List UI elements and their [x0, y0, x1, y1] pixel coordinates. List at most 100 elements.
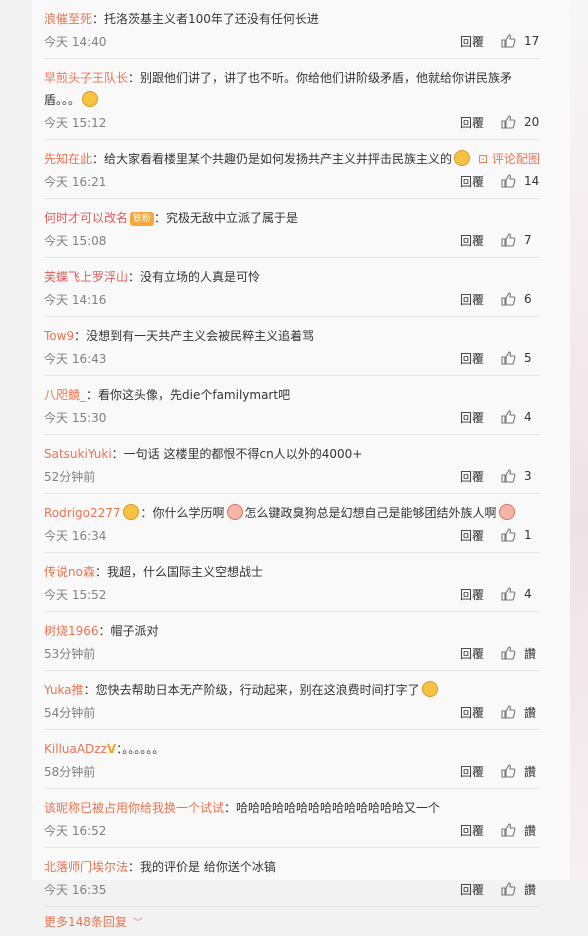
thumbs-up-icon: [501, 233, 516, 247]
comment-item: SatsukiYuki：一句话 这楼里的都恨不得cn人以外的4000+ 52分钟…: [44, 435, 540, 494]
like-button[interactable]: 7: [500, 232, 540, 248]
image-icon: ⊡: [478, 152, 489, 166]
like-button[interactable]: 讚: [500, 704, 540, 721]
timestamp: 今天 15:30: [44, 410, 107, 425]
username-link[interactable]: KilluaADzz: [44, 742, 107, 756]
reply-button[interactable]: 回覆: [460, 881, 484, 898]
comment-text: ：哈哈哈哈哈哈哈哈哈哈哈哈哈哈又一个: [224, 801, 441, 815]
timestamp: 今天 15:52: [44, 587, 107, 602]
reply-button[interactable]: 回覆: [460, 114, 484, 131]
comment-item: 先知在此：给大家看看楼里某个共趣仍是如何发扬共产主义并抨击民族主义的 ⊡ 评论配图…: [44, 140, 540, 199]
comment-image-link[interactable]: ⊡ 评论配图: [478, 152, 540, 166]
like-button[interactable]: 20: [500, 114, 540, 130]
comment-text: ：我超，什么国际主义空想战士: [94, 565, 263, 579]
thumbs-up-icon: [501, 292, 516, 306]
reply-button[interactable]: 回覆: [460, 822, 484, 839]
username-link[interactable]: SatsukiYuki: [44, 447, 112, 461]
thumbs-up-icon: [501, 410, 516, 424]
comment-item: 芙蝶飞上罗浮山：没有立场的人真是可怜 今天 14:16 回覆 6: [44, 258, 540, 317]
like-button[interactable]: 1: [500, 527, 540, 543]
comment-item: 八咫鏡_：看你这头像，先die个familymart吧 今天 15:30 回覆 …: [44, 376, 540, 435]
background-decoration: [570, 0, 588, 880]
like-label: 讚: [524, 823, 537, 838]
cry-emoji-icon: [498, 504, 515, 520]
smile-emoji-icon: [421, 681, 438, 697]
comment-body: 浪催至死：托洛茨基主义者100年了还没有任何长进: [44, 8, 540, 30]
username-link[interactable]: 树烧1966: [44, 624, 99, 638]
comment-body: 何时才可以改名 铁粉 ：究极无敌中立派了属于是: [44, 207, 540, 229]
more-replies-link[interactable]: 更多148条回复 ﹀: [44, 907, 570, 936]
comment-text: ：。。。。。。: [116, 742, 165, 756]
comment-body: 该昵称已被占用你给我换一个试试：哈哈哈哈哈哈哈哈哈哈哈哈哈哈又一个: [44, 797, 540, 819]
username-link[interactable]: 八咫鏡_: [44, 388, 86, 402]
like-button[interactable]: 4: [500, 409, 540, 425]
username-link[interactable]: 早煎头子王队长: [44, 71, 128, 85]
like-button[interactable]: 讚: [500, 822, 540, 839]
crying-emoji-icon: [454, 150, 471, 166]
reply-button[interactable]: 回覆: [460, 586, 484, 603]
username-link[interactable]: Yuka推: [44, 683, 84, 697]
comment-text: ：您快去帮助日本无产阶级，行动起来，别在这浪费时间打字了: [83, 683, 420, 697]
comment-meta: 今天 16:21 回覆 14: [44, 170, 540, 192]
like-button[interactable]: 讚: [500, 881, 540, 898]
comment-item: 树烧1966：帽子派对 53分钟前 回覆 讚: [44, 612, 540, 671]
thumbs-up-icon: [501, 351, 516, 365]
like-button[interactable]: 17: [500, 33, 540, 49]
comment-body: 早煎头子王队长：别跟他们讲了，讲了也不听。你给他们讲阶级矛盾，他就给你讲民族矛盾…: [44, 67, 540, 111]
comment-body: SatsukiYuki：一句话 这楼里的都恨不得cn人以外的4000+: [44, 443, 540, 465]
username-link[interactable]: 传说no森: [44, 565, 95, 579]
reply-button[interactable]: 回覆: [460, 350, 484, 367]
username-link[interactable]: 该昵称已被占用你给我换一个试试: [44, 801, 224, 815]
username-link[interactable]: 北落师门埃尔法: [44, 860, 128, 874]
comment-text-continued: 怎么键政臭狗总是幻想自己是能够团结外族人啊: [244, 506, 497, 520]
reply-button[interactable]: 回覆: [460, 704, 484, 721]
thumbs-up-icon: [501, 764, 516, 778]
reply-button[interactable]: 回覆: [460, 468, 484, 485]
username-link[interactable]: Rodrigo2277: [44, 506, 121, 520]
timestamp: 今天 14:40: [44, 34, 107, 49]
comment-body: Rodrigo2277 ：你什么学历啊 怎么键政臭狗总是幻想自己是能够团结外族人啊: [44, 502, 540, 524]
like-button[interactable]: 4: [500, 586, 540, 602]
username-link[interactable]: 芙蝶飞上罗浮山: [44, 270, 128, 284]
thumbs-up-icon: [501, 528, 516, 542]
reply-button[interactable]: 回覆: [460, 232, 484, 249]
like-label: 讚: [524, 646, 537, 661]
username-link[interactable]: 何时才可以改名: [44, 211, 128, 225]
comment-image-label: 评论配图: [491, 152, 540, 166]
like-button[interactable]: 讚: [500, 763, 540, 780]
like-button[interactable]: 6: [500, 291, 540, 307]
like-button[interactable]: 3: [500, 468, 540, 484]
comment-item: 该昵称已被占用你给我换一个试试：哈哈哈哈哈哈哈哈哈哈哈哈哈哈又一个 今天 16:…: [44, 789, 540, 848]
reply-button[interactable]: 回覆: [460, 291, 484, 308]
like-button[interactable]: 14: [500, 173, 540, 189]
comment-item: 早煎头子王队长：别跟他们讲了，讲了也不听。你给他们讲阶级矛盾，他就给你讲民族矛盾…: [44, 59, 540, 140]
timestamp: 今天 16:34: [44, 528, 107, 543]
username-link[interactable]: 浪催至死: [44, 12, 92, 26]
thumbs-up-icon: [501, 823, 516, 837]
verified-v-icon: V: [106, 742, 117, 756]
thumbs-up-icon: [501, 469, 516, 483]
comment-body: 八咫鏡_：看你这头像，先die个familymart吧: [44, 384, 540, 406]
username-link[interactable]: 先知在此: [44, 152, 92, 166]
comment-text: ：究极无敌中立派了属于是: [154, 211, 299, 225]
comment-body: 先知在此：给大家看看楼里某个共趣仍是如何发扬共产主义并抨击民族主义的 ⊡ 评论配图: [44, 148, 540, 170]
reply-button[interactable]: 回覆: [460, 527, 484, 544]
username-link[interactable]: Tow9: [44, 329, 74, 343]
reply-button[interactable]: 回覆: [460, 173, 484, 190]
comment-body: 树烧1966：帽子派对: [44, 620, 540, 642]
thumbs-up-icon: [501, 705, 516, 719]
cry-emoji-icon: [226, 504, 243, 520]
like-button[interactable]: 讚: [500, 645, 540, 662]
reply-button[interactable]: 回覆: [460, 763, 484, 780]
comment-body: KilluaADzzV：。。。。。。: [44, 738, 540, 760]
like-button[interactable]: 5: [500, 350, 540, 366]
comment-body: Tow9：没想到有一天共产主义会被民粹主义追着骂: [44, 325, 540, 347]
reply-button[interactable]: 回覆: [460, 645, 484, 662]
like-count: 5: [524, 351, 532, 365]
reply-button[interactable]: 回覆: [460, 33, 484, 50]
like-count: 4: [524, 587, 532, 601]
comment-text: ：没想到有一天共产主义会被民粹主义追着骂: [74, 329, 315, 343]
reply-button[interactable]: 回覆: [460, 409, 484, 426]
timestamp: 53分钟前: [44, 646, 96, 661]
comment-meta: 今天 14:16 回覆 6: [44, 288, 540, 310]
